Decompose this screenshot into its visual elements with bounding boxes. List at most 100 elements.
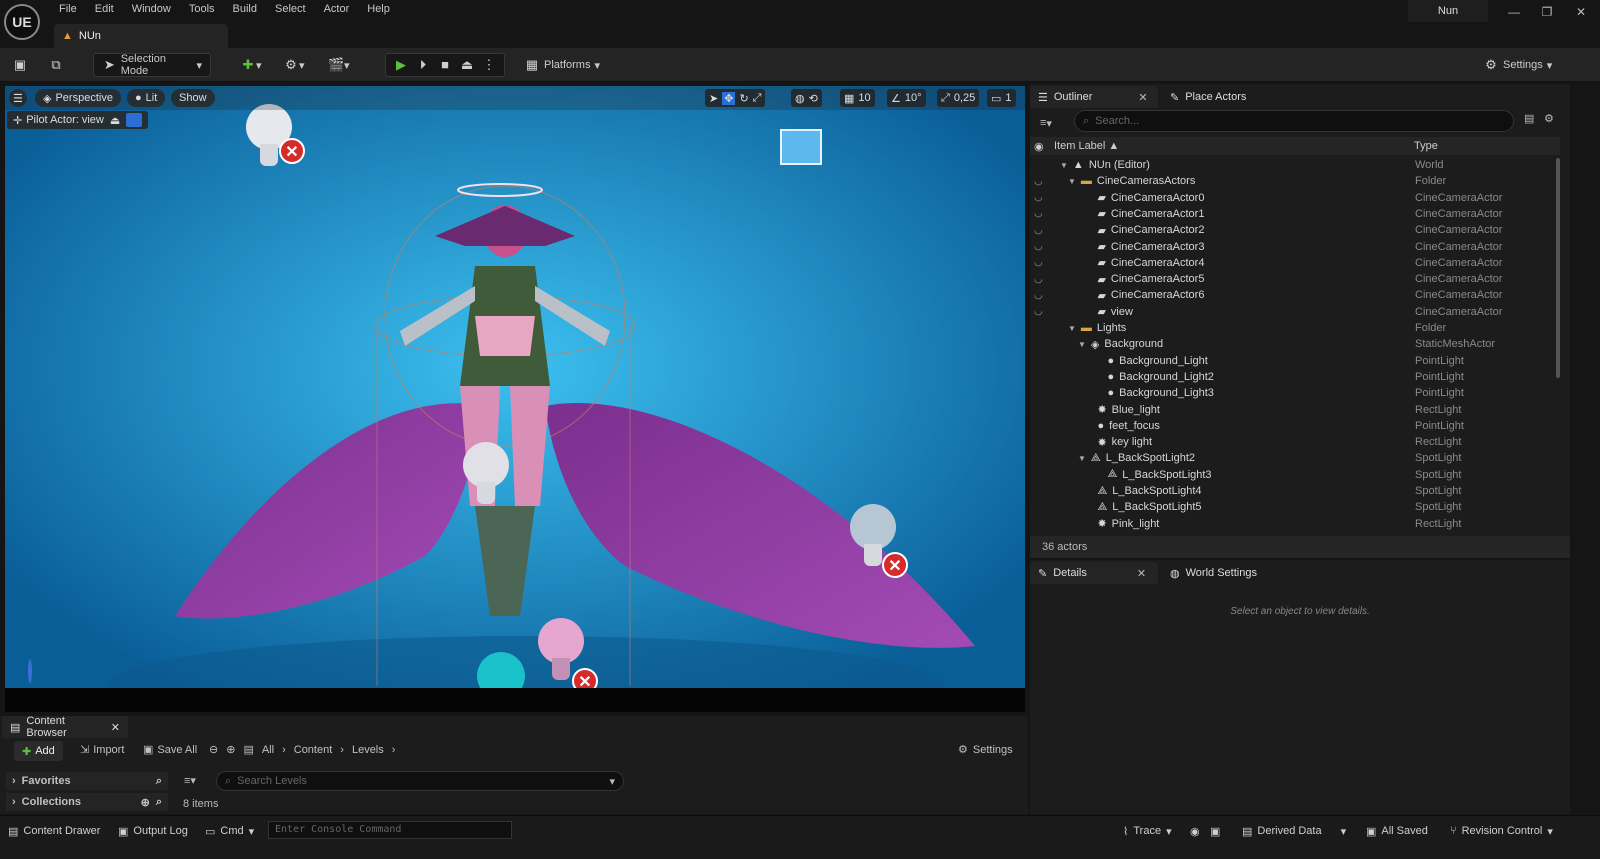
outliner-search-input[interactable]: ⌕ Search... [1074, 110, 1514, 132]
outliner-row[interactable]: ⟁ L_BackSpotLight5 SpotLight [1030, 499, 1554, 515]
menu-select[interactable]: Select [266, 0, 315, 20]
minimize-icon[interactable]: — [1503, 3, 1525, 21]
play-icon[interactable]: ▶ [394, 57, 408, 73]
outliner-row[interactable]: ● feet_focus PointLight [1030, 418, 1554, 434]
outliner-row[interactable]: ▼ ▬ Lights Folder [1030, 320, 1554, 336]
import-button[interactable]: ⇲ Import [80, 743, 124, 757]
tab-content-browser[interactable]: ▤ Content Browser ✕ [2, 715, 128, 739]
visibility-eye-icon[interactable]: ◡ [1034, 257, 1048, 268]
rect-light-icon[interactable] [780, 129, 822, 165]
forward-icon[interactable]: ⊕ [226, 743, 235, 756]
outliner-row[interactable]: ◡ ▰ view CineCameraActor [1030, 304, 1554, 320]
unreal-logo-icon[interactable]: UE [4, 4, 40, 40]
close-icon[interactable]: ✕ [1138, 91, 1147, 104]
outliner-row[interactable]: ✸ key light RectLight [1030, 434, 1554, 450]
visibility-eye-icon[interactable]: ◡ [1034, 241, 1048, 252]
blueprint-icon[interactable]: ⚙ [283, 57, 299, 73]
menu-file[interactable]: File [50, 0, 86, 20]
menu-actor[interactable]: Actor [315, 0, 359, 20]
eject-icon[interactable]: ⏏ [110, 114, 120, 127]
tab-details[interactable]: ✎ Details ✕ [1030, 562, 1158, 584]
visibility-eye-icon[interactable]: ◡ [1034, 306, 1048, 317]
filter-button[interactable]: ≡ ▾ [184, 774, 196, 788]
visibility-eye-icon[interactable]: ◡ [1034, 208, 1048, 219]
screenshot-icon[interactable]: ▣ [1210, 822, 1220, 840]
cmd-dropdown[interactable]: ▭ Cmd ▾ [205, 822, 254, 840]
breadcrumb-content[interactable]: Content [294, 744, 333, 756]
rotation-snap-button[interactable]: ∠ 10° [887, 89, 926, 107]
stop-icon[interactable]: ■ [438, 57, 452, 73]
menu-window[interactable]: Window [123, 0, 180, 20]
browse-icon[interactable]: ⧉ [48, 57, 64, 73]
all-saved-button[interactable]: ▣ All Saved [1366, 822, 1428, 840]
lit-button[interactable]: ● Lit [127, 89, 166, 107]
search-icon[interactable]: ⌕ [156, 775, 162, 788]
close-icon[interactable]: ✕ [1570, 3, 1592, 21]
level-tab[interactable]: ▲ NUn [54, 24, 228, 48]
visibility-eye-icon[interactable]: ◡ [1034, 274, 1048, 285]
rotate-tool-icon[interactable]: ↻ [739, 92, 748, 105]
outliner-row[interactable]: ◡ ▰ CineCameraActor4 CineCameraActor [1030, 255, 1554, 271]
selection-mode-dropdown[interactable]: ➤ Selection Mode ▾ [93, 53, 211, 77]
breadcrumb-all[interactable]: All [262, 744, 274, 756]
close-icon[interactable]: ✕ [111, 721, 120, 734]
eject-icon[interactable]: ⏏ [460, 57, 474, 73]
camera-view-icon[interactable] [126, 113, 143, 127]
collections-section[interactable]: › Collections ⊕ ⌕ [6, 793, 168, 811]
settings-button[interactable]: ⚙ Settings ▾ [1483, 53, 1552, 77]
move-tool-icon[interactable]: ✥ [722, 91, 736, 105]
outliner-row[interactable]: ◡ ▰ CineCameraActor2 CineCameraActor [1030, 222, 1554, 238]
filter-button[interactable]: ≡ ▾ [1040, 112, 1052, 134]
col-item-label[interactable]: Item Label ▲ [1054, 140, 1119, 152]
outliner-row[interactable]: ▼ ⟁ L_BackSpotLight2 SpotLight [1030, 450, 1554, 466]
scale-snap-button[interactable]: ⤢ 0,25 [937, 89, 980, 107]
expand-arrow-icon[interactable]: ▼ [1078, 454, 1086, 463]
save-icon[interactable]: ▣ [12, 57, 28, 73]
scale-tool-icon[interactable]: ⤢ [753, 92, 762, 105]
console-command-input[interactable]: Enter Console Command [268, 821, 512, 839]
breadcrumb-levels[interactable]: Levels [352, 744, 384, 756]
visibility-eye-icon[interactable]: ◡ [1034, 176, 1048, 187]
restore-icon[interactable]: ❐ [1536, 3, 1558, 21]
show-button[interactable]: Show [171, 89, 215, 107]
outliner-scrollbar[interactable] [1556, 158, 1560, 378]
col-type[interactable]: Type [1414, 140, 1438, 152]
expand-arrow-icon[interactable]: ▼ [1068, 177, 1076, 186]
content-search-input[interactable]: ⌕ Search Levels ▾ [216, 771, 624, 791]
globe-icon[interactable]: ◍ [795, 92, 805, 105]
revision-control-button[interactable]: ⑂ Revision Control ▾ [1450, 822, 1553, 840]
outliner-row[interactable]: ◡ ▼ ▬ CineCamerasActors Folder [1030, 173, 1554, 189]
outliner-row[interactable]: ● Background_Light PointLight [1030, 353, 1554, 369]
cinematics-icon[interactable]: 🎬 [328, 57, 344, 73]
add-actor-icon[interactable]: ✚ [240, 57, 256, 73]
platforms-button[interactable]: ▦ Platforms ▾ [524, 53, 600, 77]
favorites-section[interactable]: › Favorites ⌕ [6, 772, 168, 790]
content-settings-button[interactable]: ⚙ Settings [958, 743, 1013, 757]
add-folder-icon[interactable]: ▤ [1524, 112, 1534, 125]
outliner-row[interactable]: ▼ ◈ Background StaticMeshActor [1030, 336, 1554, 352]
select-tool-icon[interactable]: ➤ [709, 92, 718, 105]
record-icon[interactable]: ◉ [1190, 822, 1200, 840]
menu-tools[interactable]: Tools [180, 0, 224, 20]
outliner-row[interactable]: ⟁ L_BackSpotLight3 SpotLight [1030, 467, 1554, 483]
visibility-eye-icon[interactable]: ◡ [1034, 192, 1048, 203]
tab-outliner[interactable]: ☰ Outliner ✕ [1030, 86, 1158, 108]
menu-build[interactable]: Build [224, 0, 266, 20]
outliner-row[interactable]: ◡ ▰ CineCameraActor3 CineCameraActor [1030, 239, 1554, 255]
trace-button[interactable]: ⌇ Trace ▾ [1123, 822, 1172, 840]
expand-arrow-icon[interactable]: ▼ [1078, 340, 1086, 349]
save-all-button[interactable]: ▣ Save All [143, 743, 197, 757]
visibility-eye-icon[interactable]: ◡ [1034, 290, 1048, 301]
outliner-row[interactable]: ◡ ▰ CineCameraActor0 CineCameraActor [1030, 190, 1554, 206]
camera-speed-button[interactable]: ▭ 1 [987, 89, 1016, 107]
hamburger-menu-icon[interactable]: ☰ [9, 89, 27, 107]
outliner-row[interactable]: ◡ ▰ CineCameraActor1 CineCameraActor [1030, 206, 1554, 222]
expand-arrow-icon[interactable]: ▼ [1068, 324, 1076, 333]
outliner-row[interactable]: ✸ Pink_light RectLight [1030, 516, 1554, 532]
add-collection-icon[interactable]: ⊕ [141, 796, 150, 809]
outliner-row[interactable]: ▼ ▲ NUn (Editor) World [1030, 157, 1554, 173]
visibility-icon[interactable]: ◉ [1034, 140, 1044, 153]
outliner-row[interactable]: ◡ ▰ CineCameraActor6 CineCameraActor [1030, 287, 1554, 303]
level-viewport[interactable]: ✕ ✕ ✕ ☰ ◈ Perspective ● Lit Show ➤ ✥ ↻ ⤢ ◍… [5, 86, 1025, 712]
outliner-row[interactable]: ◡ ▰ CineCameraActor5 CineCameraActor [1030, 271, 1554, 287]
